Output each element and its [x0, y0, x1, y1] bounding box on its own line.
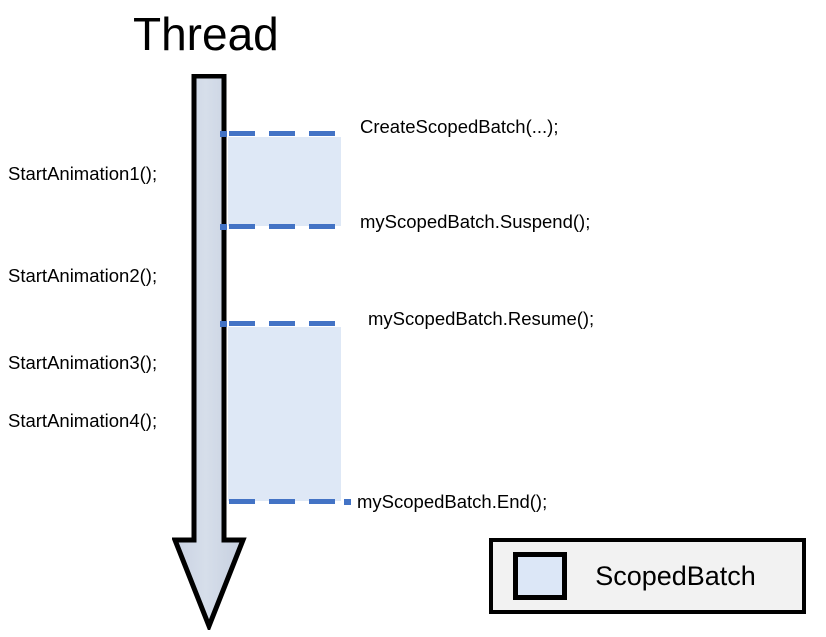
code-label-start-animation-1: StartAnimation1();	[8, 163, 158, 184]
batch-end-dashed-line-2	[229, 499, 342, 504]
code-label-suspend: myScopedBatch.Suspend();	[360, 211, 591, 232]
batch-end-nub-1	[220, 224, 227, 230]
scoped-batch-region-1	[228, 137, 341, 226]
batch-start-dashed-line-1	[229, 131, 342, 136]
batch-start-nub-2	[220, 321, 227, 327]
code-label-start-animation-3: StartAnimation3();	[8, 352, 158, 373]
batch-start-dashed-line-2	[229, 321, 342, 326]
batch-start-nub-1	[220, 131, 227, 137]
code-label-start-animation-2: StartAnimation2();	[8, 265, 158, 286]
code-label-end: myScopedBatch.End();	[357, 491, 548, 512]
scoped-batch-region-2	[228, 327, 341, 501]
legend: ScopedBatch	[489, 538, 806, 614]
code-label-create-scoped-batch: CreateScopedBatch(...);	[360, 116, 559, 137]
code-label-start-animation-4: StartAnimation4();	[8, 410, 158, 431]
code-label-resume: myScopedBatch.Resume();	[368, 308, 595, 329]
legend-label: ScopedBatch	[595, 561, 756, 591]
batch-end-dashed-line-1	[229, 224, 342, 229]
legend-color-swatch	[513, 552, 567, 600]
page-title: Thread	[133, 8, 279, 60]
diagram-canvas: Thread StartAnimation1(); StartAnimation…	[0, 0, 826, 637]
batch-end-nub-2	[344, 499, 351, 505]
